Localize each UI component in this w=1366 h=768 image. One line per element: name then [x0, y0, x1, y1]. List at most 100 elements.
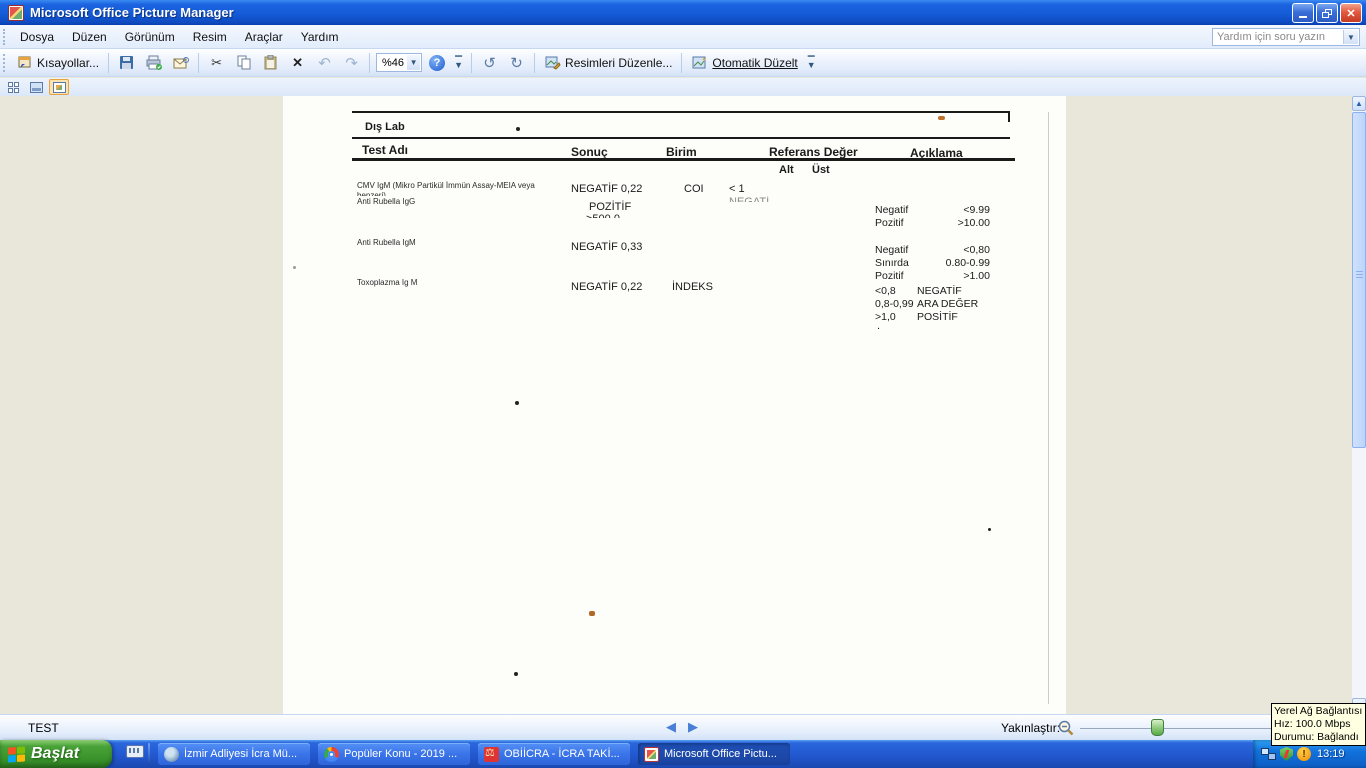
picture-name-label: TEST: [28, 721, 59, 735]
single-picture-view-icon: [53, 82, 66, 93]
title-bar: Microsoft Office Picture Manager ✕: [0, 0, 1366, 25]
scan-artifact-dot: [516, 127, 520, 131]
scan-artifact-dot: [514, 672, 518, 676]
desktop: Microsoft Office Picture Manager ✕ Dosya…: [0, 0, 1366, 768]
rotate-right-button[interactable]: ↻: [503, 51, 530, 74]
task-label: İzmir Adliyesi İcra Mü...: [184, 748, 297, 760]
redo-button[interactable]: ↷: [338, 51, 365, 74]
scanned-document-page: Dış Lab Test Adı Sonuç Birim Referans De…: [283, 96, 1066, 714]
keyboard-language-icon[interactable]: [126, 745, 144, 758]
thumbnail-view-icon: [8, 82, 19, 93]
restore-button[interactable]: [1316, 3, 1338, 23]
help-question-placeholder: Yardım için soru yazın: [1217, 31, 1325, 43]
toolbar-separator: [681, 53, 682, 73]
vertical-scrollbar[interactable]: ▲ ▼: [1352, 96, 1366, 714]
help-question-box[interactable]: Yardım için soru yazın ▼: [1212, 28, 1360, 46]
taskbar-task-populer-konu[interactable]: Popüler Konu - 2019 ...: [318, 743, 470, 765]
task-label: Microsoft Office Pictu...: [664, 748, 777, 760]
scan-artifact-dot: [515, 401, 519, 405]
zoom-slider-thumb[interactable]: [1151, 719, 1164, 736]
task-label: OBİİCRA - İCRA TAKİ...: [504, 748, 620, 760]
taskbar-task-izmir-adliyesi[interactable]: İzmir Adliyesi İcra Mü...: [158, 743, 310, 765]
section-title: Dış Lab: [365, 121, 405, 133]
edit-picture-icon: [544, 54, 561, 71]
quick-launch: [126, 745, 144, 758]
col-referans-deger: Referans Değer: [769, 145, 858, 159]
shortcuts-button[interactable]: Kısayollar...: [11, 51, 104, 74]
toolbar-separator: [534, 53, 535, 73]
chevron-down-icon[interactable]: ▼: [1343, 30, 1358, 44]
zoom-out-icon[interactable]: [1058, 720, 1074, 736]
trailing-dot: .: [877, 320, 880, 332]
minimize-button[interactable]: [1292, 3, 1314, 23]
menu-grip: [3, 29, 8, 45]
help-icon: ?: [429, 55, 445, 71]
warning-icon[interactable]: !: [1297, 747, 1311, 761]
note-block: Negatif<0,80 Sınırda0.80-0.99 Pozitif>1.…: [875, 244, 990, 283]
auto-correct-icon: [691, 54, 708, 71]
minimize-icon: [1299, 16, 1307, 18]
toolbar: Kısayollar... ✂ ✕ ↶ ↷ %46 ▼ ? ▔▼ ↺ ↻: [0, 49, 1366, 77]
save-button[interactable]: [113, 51, 140, 74]
chevron-up-icon: ▲: [1355, 99, 1363, 108]
toolbar-separator: [369, 53, 370, 73]
menu-resim[interactable]: Resim: [184, 27, 236, 47]
antivirus-shield-icon[interactable]: [1280, 747, 1293, 761]
menu-gorunum[interactable]: Görünüm: [116, 27, 184, 47]
auto-correct-button[interactable]: Otomatik Düzelt: [686, 51, 802, 74]
col-aciklama: Açıklama: [910, 146, 963, 160]
help-button[interactable]: ?: [424, 52, 450, 74]
test-name: Anti Rubella IgG: [357, 197, 415, 206]
table-rule: [352, 137, 1010, 139]
filmstrip-view-button[interactable]: [26, 79, 46, 95]
zoom-slider-track[interactable]: [1080, 728, 1292, 729]
network-icon[interactable]: [1261, 748, 1276, 760]
chevron-down-icon[interactable]: ▼: [407, 55, 420, 70]
menu-dosya[interactable]: Dosya: [11, 27, 63, 47]
rotate-left-button[interactable]: ↺: [476, 51, 503, 74]
paste-button[interactable]: [257, 51, 284, 74]
taskbar-divider: [148, 743, 150, 765]
subcol-ust: Üst: [812, 164, 830, 176]
edit-pictures-button[interactable]: Resimleri Düzenle...: [539, 51, 677, 74]
scrollbar-thumb[interactable]: [1352, 112, 1366, 448]
next-picture-button[interactable]: ▶: [688, 719, 698, 735]
zoom-level-combo[interactable]: %46 ▼: [376, 53, 422, 72]
print-button[interactable]: [140, 51, 167, 74]
picture-manager-icon: [644, 747, 659, 762]
app-icon: [8, 5, 24, 21]
menu-yardim[interactable]: Yardım: [292, 27, 348, 47]
note-block: <0,8NEGATİF 0,8-0,99ARA DEĞER >1,0POSİTİ…: [875, 285, 995, 324]
undo-button[interactable]: ↶: [311, 51, 338, 74]
window-title: Microsoft Office Picture Manager: [30, 5, 234, 20]
previous-picture-button[interactable]: ◀: [666, 719, 676, 735]
scroll-up-button[interactable]: ▲: [1352, 96, 1366, 111]
restore-icon: [1322, 9, 1332, 18]
close-button[interactable]: ✕: [1340, 3, 1362, 23]
toolbar-overflow-button[interactable]: ▔▼: [805, 53, 818, 73]
taskbar-task-obiicra[interactable]: OBİİCRA - İCRA TAKİ...: [478, 743, 630, 765]
toolbar-overflow-button[interactable]: ▔▼: [452, 53, 465, 73]
table-corner-tick: [1008, 111, 1010, 122]
auto-correct-label: Otomatik Düzelt: [712, 56, 797, 70]
delete-button[interactable]: ✕: [284, 51, 311, 74]
taskbar-task-picture-manager[interactable]: Microsoft Office Pictu...: [638, 743, 790, 765]
menu-araclar[interactable]: Araçlar: [236, 27, 292, 47]
cut-button[interactable]: ✂: [203, 51, 230, 74]
status-bar: TEST ◀ ▶ Yakınlaştır:: [0, 714, 1366, 740]
menu-duzen[interactable]: Düzen: [63, 27, 116, 47]
note-block: Negatif<9.99 Pozitif>10.00: [875, 204, 990, 230]
reference-value-cont: NEGATİ: [729, 196, 769, 202]
task-label: Popüler Konu - 2019 ...: [344, 748, 457, 760]
send-mail-button[interactable]: [167, 51, 194, 74]
thumbnail-view-button[interactable]: [3, 79, 23, 95]
copy-button[interactable]: [230, 51, 257, 74]
start-button[interactable]: Başlat: [0, 740, 112, 768]
scrollbar-grip: [1356, 271, 1363, 279]
test-name-cont: benzeri): [357, 191, 386, 196]
single-picture-view-button[interactable]: [49, 79, 69, 95]
page-edge-line: [1048, 112, 1049, 704]
redo-icon: ↷: [343, 54, 360, 71]
result-value: NEGATİF 0,22: [571, 183, 642, 195]
clipboard-icon: [262, 54, 279, 71]
